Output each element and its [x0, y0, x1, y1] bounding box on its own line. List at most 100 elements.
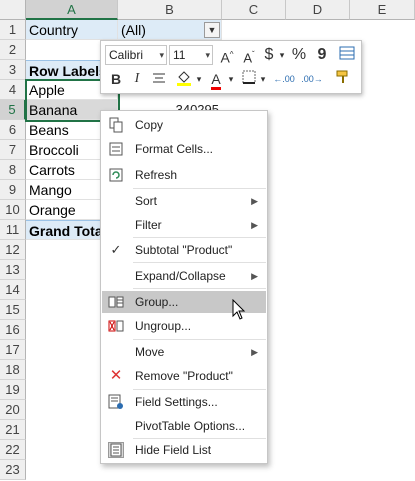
row-header[interactable]: 12: [0, 240, 26, 260]
currency-icon: $: [264, 46, 274, 63]
row-header[interactable]: 22: [0, 440, 26, 460]
menu-separator: [133, 389, 266, 390]
menu-item-pivottable-options[interactable]: PivotTable Options...: [102, 415, 266, 437]
field-settings-icon: [108, 394, 124, 410]
row-header[interactable]: 16: [0, 320, 26, 340]
row-header[interactable]: 3: [0, 60, 26, 80]
percent-button[interactable]: %: [289, 45, 309, 65]
column-header-a[interactable]: A: [26, 0, 118, 20]
row-header[interactable]: 15: [0, 300, 26, 320]
menu-item-refresh[interactable]: Refresh: [102, 164, 266, 186]
font-name-box[interactable]: Calibri ▾: [105, 45, 167, 65]
row-header[interactable]: 18: [0, 360, 26, 380]
menu-item-subtotal[interactable]: ✓ Subtotal "Product": [102, 239, 266, 261]
italic-button[interactable]: I: [129, 69, 145, 89]
format-painter-button[interactable]: [333, 69, 353, 89]
chevron-down-icon[interactable]: ▾: [227, 69, 235, 89]
menu-item-label: Remove "Product": [135, 369, 233, 383]
borders-button[interactable]: [239, 69, 259, 89]
column-header-d[interactable]: D: [286, 0, 350, 20]
row-header[interactable]: 11: [0, 220, 26, 240]
menu-separator: [133, 262, 266, 263]
row-header[interactable]: 14: [0, 280, 26, 300]
paintbrush-icon: [336, 70, 348, 83]
mouse-pointer-icon: [232, 298, 246, 326]
menu-item-label: Hide Field List: [135, 443, 212, 457]
ungroup-icon: [108, 318, 124, 334]
shrink-font-button[interactable]: Aˇ: [239, 45, 259, 65]
row-header[interactable]: 6: [0, 120, 26, 140]
format-table-button[interactable]: [337, 45, 357, 65]
row-header[interactable]: 2: [0, 40, 26, 60]
menu-item-hide-field-list[interactable]: Hide Field List: [102, 439, 266, 461]
menu-separator: [133, 188, 266, 189]
decrease-decimal-button[interactable]: .00→: [299, 69, 325, 89]
menu-separator: [133, 288, 266, 289]
row-header[interactable]: 23: [0, 460, 26, 480]
chevron-down-icon[interactable]: ▾: [277, 45, 287, 65]
font-color-button[interactable]: A: [205, 69, 227, 90]
fill-color-button[interactable]: [173, 69, 195, 89]
chevron-down-icon[interactable]: ▾: [259, 69, 267, 89]
menu-item-sort[interactable]: Sort ▶: [102, 190, 266, 212]
group-icon: [108, 294, 124, 310]
submenu-arrow-icon: ▶: [251, 196, 258, 206]
filter-label-cell[interactable]: Country: [26, 20, 118, 40]
menu-separator: [133, 339, 266, 340]
menu-item-remove[interactable]: ✕ Remove "Product": [102, 365, 266, 387]
menu-item-copy[interactable]: Copy: [102, 114, 266, 136]
chevron-down-icon: ▾: [159, 50, 164, 60]
submenu-arrow-icon: ▶: [251, 220, 258, 230]
increase-decimal-button[interactable]: ←.00: [271, 69, 297, 89]
menu-item-label: Format Cells...: [135, 142, 214, 156]
bold-icon: B: [110, 71, 122, 87]
column-header-e[interactable]: E: [350, 0, 415, 20]
row-header[interactable]: 13: [0, 260, 26, 280]
row-header[interactable]: 20: [0, 400, 26, 420]
comma-style-button[interactable]: 9: [313, 45, 331, 65]
menu-item-label: Move: [135, 345, 165, 359]
comma-icon: 9: [317, 46, 327, 63]
column-header-b[interactable]: B: [118, 0, 222, 20]
shrink-font-icon: A: [243, 50, 252, 66]
format-cells-icon: [108, 141, 124, 157]
row-header[interactable]: 19: [0, 380, 26, 400]
table-format-icon: [339, 46, 355, 60]
refresh-icon: [108, 167, 124, 183]
filter-dropdown-button[interactable]: ▼: [204, 22, 220, 38]
row-header[interactable]: 5: [0, 100, 26, 120]
row-header[interactable]: 17: [0, 340, 26, 360]
chevron-down-icon[interactable]: ▾: [195, 69, 203, 89]
column-header-c[interactable]: C: [222, 0, 286, 20]
row-header[interactable]: 8: [0, 160, 26, 180]
grow-font-button[interactable]: A^: [217, 45, 237, 66]
align-center-button[interactable]: [149, 69, 169, 89]
decrease-decimal-icon: .00: [301, 74, 314, 84]
borders-icon: [242, 70, 256, 84]
row-header[interactable]: 4: [0, 80, 26, 100]
menu-item-format-cells[interactable]: Format Cells...: [102, 138, 266, 160]
menu-item-field-settings[interactable]: Field Settings...: [102, 391, 266, 413]
menu-item-expand-collapse[interactable]: Expand/Collapse ▶: [102, 265, 266, 287]
remove-x-icon: ✕: [109, 367, 123, 384]
font-size-box[interactable]: 11 ▾: [169, 45, 213, 65]
menu-item-label: PivotTable Options...: [135, 419, 246, 433]
row-header[interactable]: 9: [0, 180, 26, 200]
chevron-down-icon: ▾: [205, 50, 210, 60]
menu-item-filter[interactable]: Filter ▶: [102, 214, 266, 236]
font-size-value: 11: [173, 48, 186, 62]
menu-item-move[interactable]: Move ▶: [102, 341, 266, 363]
filter-value: (All): [121, 22, 146, 38]
arrow-left-icon: ←: [273, 74, 283, 84]
row-header[interactable]: 21: [0, 420, 26, 440]
menu-item-label: Group...: [135, 295, 179, 309]
row-header[interactable]: 10: [0, 200, 26, 220]
select-all-corner[interactable]: [0, 0, 26, 20]
percent-icon: %: [291, 46, 307, 63]
bold-button[interactable]: B: [107, 69, 125, 89]
align-center-icon: [153, 73, 165, 83]
italic-icon: I: [134, 71, 140, 86]
row-header[interactable]: 1: [0, 20, 26, 40]
currency-button[interactable]: $: [261, 45, 277, 65]
row-header[interactable]: 7: [0, 140, 26, 160]
